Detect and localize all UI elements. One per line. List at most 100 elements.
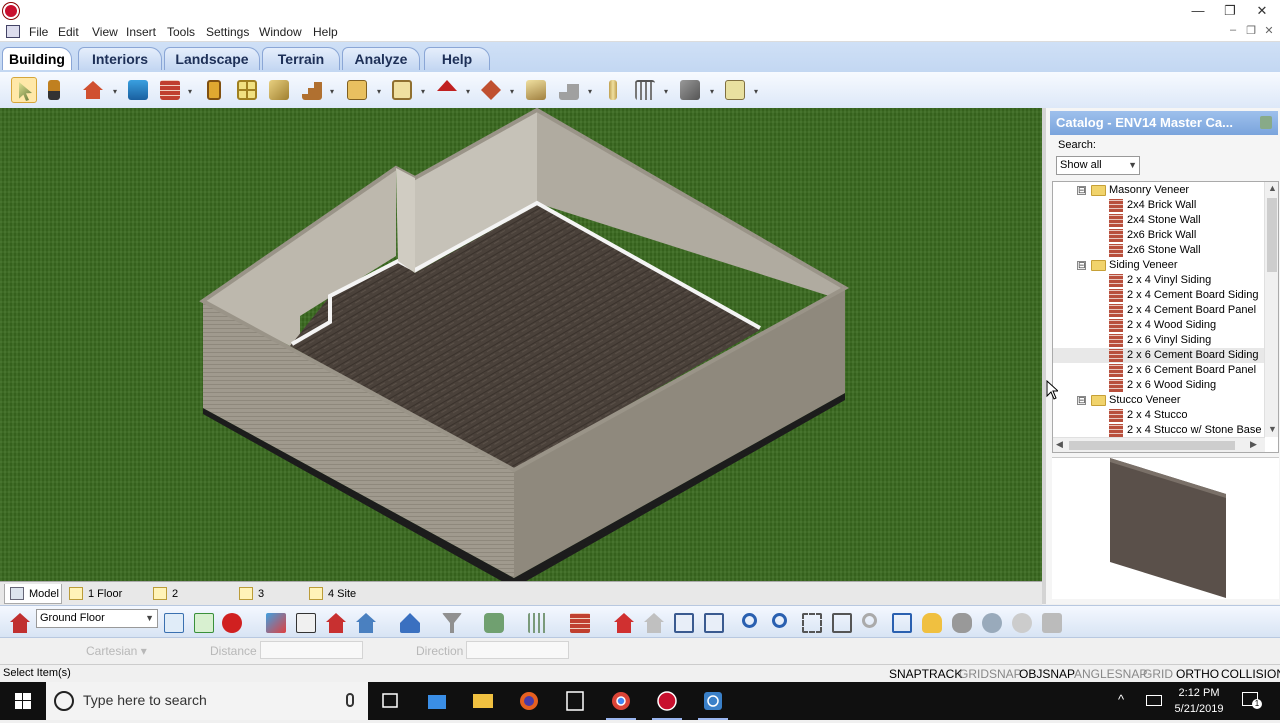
chevron-down-icon[interactable]: ▾: [710, 87, 714, 96]
zoom-window-icon[interactable]: [800, 611, 824, 635]
menu-help[interactable]: Help: [311, 24, 340, 40]
view-tab-model[interactable]: Model: [4, 584, 62, 604]
direction-input[interactable]: [466, 641, 569, 659]
house-blue-icon[interactable]: [398, 611, 422, 635]
scroll-down-icon[interactable]: ▼: [1268, 424, 1277, 434]
fly-icon[interactable]: [1010, 611, 1034, 635]
gutter-icon[interactable]: [556, 77, 582, 103]
chevron-down-icon[interactable]: ▾: [754, 87, 758, 96]
door-icon[interactable]: [201, 77, 227, 103]
app-logo-icon[interactable]: [3, 3, 19, 19]
chevron-down-icon[interactable]: ▼: [145, 610, 154, 627]
house-red-icon[interactable]: [324, 611, 348, 635]
report-icon[interactable]: [702, 611, 726, 635]
rafter-icon[interactable]: [568, 611, 592, 635]
close-button[interactable]: ✕: [1248, 1, 1276, 21]
anglesnap-toggle[interactable]: ANGLESNAP: [1074, 667, 1147, 681]
tab-terrain[interactable]: Terrain: [262, 47, 340, 70]
schedule-icon[interactable]: [722, 77, 748, 103]
tree-item[interactable]: 2 x 4 Vinyl Siding: [1053, 273, 1265, 288]
scroll-left-icon[interactable]: ◀: [1056, 439, 1063, 450]
tree-item[interactable]: 2x6 Stone Wall: [1053, 243, 1265, 258]
paint-brush-icon[interactable]: [41, 77, 67, 103]
chevron-down-icon[interactable]: ▾: [188, 87, 192, 96]
pan-icon[interactable]: [920, 611, 944, 635]
walk-icon[interactable]: [950, 611, 974, 635]
render-icon[interactable]: [294, 611, 318, 635]
chevron-down-icon[interactable]: ▾: [113, 87, 117, 96]
tab-interiors[interactable]: Interiors: [78, 47, 162, 70]
tree-item[interactable]: 2 x 4 Cement Board Siding: [1053, 288, 1265, 303]
tree-item-selected[interactable]: 2 x 6 Cement Board Siding: [1053, 348, 1265, 363]
microphone-icon[interactable]: [346, 693, 354, 707]
railing-icon[interactable]: [632, 77, 658, 103]
tree-item[interactable]: 2x4 Stone Wall: [1053, 213, 1265, 228]
terrain-icon[interactable]: [642, 611, 666, 635]
orbit-icon[interactable]: [980, 611, 1004, 635]
minimize-button[interactable]: —: [1184, 1, 1212, 21]
foundation-icon[interactable]: [125, 77, 151, 103]
column-icon[interactable]: [600, 77, 626, 103]
stair-icon[interactable]: [299, 77, 325, 103]
view-2d-plan-icon[interactable]: [192, 611, 216, 635]
maximize-button[interactable]: ❐: [1216, 1, 1244, 21]
select-arrow-icon[interactable]: [11, 77, 37, 103]
view-tab-site-plan[interactable]: 4 Site Plan: [304, 584, 386, 620]
pin-icon[interactable]: [1260, 116, 1272, 129]
house-wizard-icon[interactable]: [80, 77, 106, 103]
tree-item[interactable]: 2 x 4 Stucco: [1053, 408, 1265, 423]
chevron-down-icon[interactable]: ▾: [377, 87, 381, 96]
house-model[interactable]: [0, 108, 1042, 581]
tab-landscape[interactable]: Landscape: [164, 47, 260, 70]
notification-icon[interactable]: 1: [1242, 692, 1262, 709]
3d-viewport[interactable]: [0, 108, 1042, 581]
fit-icon[interactable]: [890, 611, 914, 635]
view-3d-icon[interactable]: [220, 611, 244, 635]
scroll-up-icon[interactable]: ▲: [1268, 183, 1277, 193]
mdi-close-button[interactable]: ✕: [1262, 24, 1276, 37]
view-tab-elevations[interactable]: 2 Elevations: [148, 584, 234, 620]
zoom-icon[interactable]: [860, 611, 884, 635]
calculator-icon[interactable]: [552, 682, 598, 720]
chevron-down-icon[interactable]: ▾: [330, 87, 334, 96]
zoom-in-icon[interactable]: [740, 611, 764, 635]
firefox-icon[interactable]: [506, 682, 552, 720]
chevron-down-icon[interactable]: ▾: [664, 87, 668, 96]
task-view-icon[interactable]: [368, 682, 414, 720]
menu-tools[interactable]: Tools: [165, 24, 197, 40]
tree-item[interactable]: 2 x 4 Wood Siding: [1053, 318, 1265, 333]
tree-item[interactable]: 2 x 6 Wood Siding: [1053, 378, 1265, 393]
store-icon[interactable]: [414, 682, 460, 720]
menu-view[interactable]: View: [90, 24, 120, 40]
system-clock[interactable]: 2:12 PM 5/21/2019: [1168, 685, 1230, 717]
view-tab-details[interactable]: 3 Details: [234, 584, 304, 620]
menu-edit[interactable]: Edit: [56, 24, 81, 40]
floor-select[interactable]: Ground Floor ▼: [36, 609, 158, 628]
menu-window[interactable]: Window: [257, 24, 304, 40]
tree-horizontal-scrollbar[interactable]: ◀ ▶: [1053, 437, 1265, 452]
roof-icon[interactable]: [434, 77, 460, 103]
zoom-extents-icon[interactable]: [830, 611, 854, 635]
collision-toggle[interactable]: COLLISION: [1221, 667, 1280, 681]
menu-insert[interactable]: Insert: [124, 24, 158, 40]
layers-icon[interactable]: [264, 611, 288, 635]
tree-item[interactable]: 2 x 4 Cement Board Panel: [1053, 303, 1265, 318]
house-outline-icon[interactable]: [354, 611, 378, 635]
house-3d-icon[interactable]: [612, 611, 636, 635]
tree-vertical-scrollbar[interactable]: ▲ ▼: [1264, 182, 1278, 437]
view-tab-floor-plan[interactable]: 1 Floor Plan: [64, 584, 148, 620]
catalog-tree[interactable]: ⊟ Masonry Veneer 2x4 Brick Wall 2x4 Ston…: [1052, 181, 1279, 453]
view-2d-icon[interactable]: [162, 611, 186, 635]
tree-item[interactable]: 2 x 4 Stucco w/ Stone Base: [1053, 423, 1265, 438]
tree-folder-masonry[interactable]: ⊟ Masonry Veneer: [1053, 183, 1265, 198]
cartesian-select[interactable]: Cartesian ▾: [86, 644, 147, 658]
trim-icon[interactable]: [677, 77, 703, 103]
chevron-down-icon[interactable]: ▼: [1128, 157, 1137, 174]
distance-input[interactable]: [260, 641, 363, 659]
monitor-icon[interactable]: [672, 611, 696, 635]
frame-icon[interactable]: [389, 77, 415, 103]
mdi-minimize-button[interactable]: –: [1226, 24, 1240, 36]
chrome-icon[interactable]: [598, 682, 644, 720]
menu-file[interactable]: File: [27, 24, 50, 40]
ortho-toggle[interactable]: ORTHO: [1176, 667, 1219, 681]
